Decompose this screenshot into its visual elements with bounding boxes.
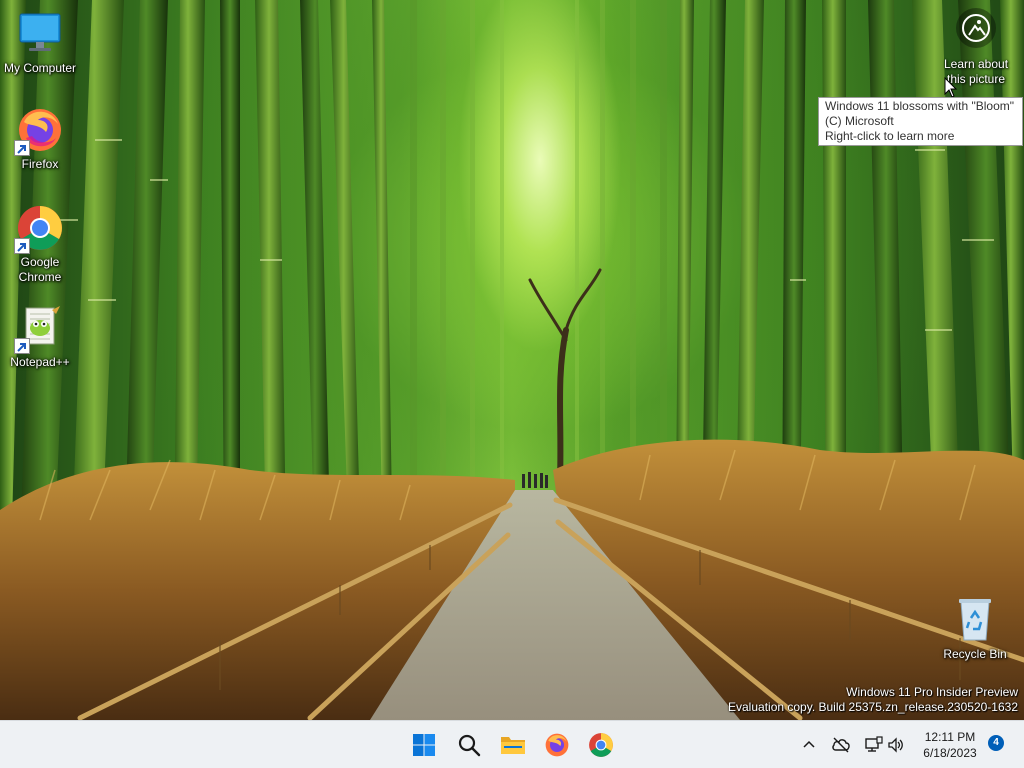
volume-tray-button[interactable] [884,733,908,757]
network-tray-button[interactable] [861,733,885,757]
shortcut-arrow-icon [14,140,30,156]
mouse-pointer-icon [944,77,958,98]
firefox-icon [14,106,64,156]
chrome-icon [589,733,613,757]
taskbar: 12:11 PM 6/18/2023 [0,720,1024,768]
desktop-icon-firefox[interactable]: Firefox [0,106,80,172]
evaluation-watermark: Windows 11 Pro Insider Preview Evaluatio… [728,685,1018,715]
onedrive-tray-button[interactable] [829,733,853,757]
show-hidden-icons-button[interactable] [797,733,821,757]
windows-start-icon [413,734,435,756]
desktop-icon-label: My Computer [3,61,77,75]
taskbar-search-button[interactable] [451,727,487,763]
clock-time: 12:11 PM [924,730,976,744]
desktop-icon-google-chrome[interactable]: Google Chrome [0,204,80,285]
tooltip-line: (C) Microsoft [825,114,894,128]
taskbar-start-button[interactable] [406,727,442,763]
watermark-line: Evaluation copy. Build 25375.zn_release.… [728,700,1018,714]
tooltip: Windows 11 blossoms with "Bloom" (C) Mic… [818,97,1023,146]
taskbar-firefox-button[interactable] [539,727,575,763]
desktop-icon-recycle-bin[interactable]: Recycle Bin [935,596,1015,662]
learn-picture-icon [956,8,996,48]
taskbar-chrome-button[interactable] [583,727,619,763]
network-icon [865,736,883,752]
tooltip-line: Right-click to learn more [825,129,955,143]
desktop-icon-notepad-plus-plus[interactable]: Notepad++ [0,304,80,370]
shortcut-arrow-icon [14,238,30,254]
folder-icon [501,737,525,754]
learn-about-this-picture[interactable]: Learn about this picture [936,8,1016,87]
chevron-up-icon [803,740,815,748]
desktop-icon-label: Firefox [21,157,59,171]
desktop-icon-my-computer[interactable]: My Computer [0,10,80,76]
cloud-offline-icon [832,737,850,753]
desktop-icon-label: Notepad++ [10,355,70,369]
tooltip-line: Windows 11 blossoms with "Bloom" [825,99,1015,113]
taskbar-file-explorer-button[interactable] [495,727,531,763]
chrome-icon [14,204,64,254]
search-icon [458,734,481,757]
firefox-icon [545,733,569,757]
taskbar-clock[interactable]: 12:11 PM 6/18/2023 [914,729,986,761]
clock-date: 6/18/2023 [923,746,977,760]
monitor-icon [16,10,64,58]
watermark-line: Windows 11 Pro Insider Preview [846,685,1018,699]
desktop-icon-label: Google Chrome [18,255,62,284]
desktop-icon-label: Recycle Bin [943,647,1007,661]
speaker-icon [888,737,903,753]
notepadpp-icon [14,304,64,354]
recycle-bin-icon [951,596,999,644]
shortcut-arrow-icon [14,338,30,354]
notification-badge[interactable]: 4 [988,735,1004,751]
